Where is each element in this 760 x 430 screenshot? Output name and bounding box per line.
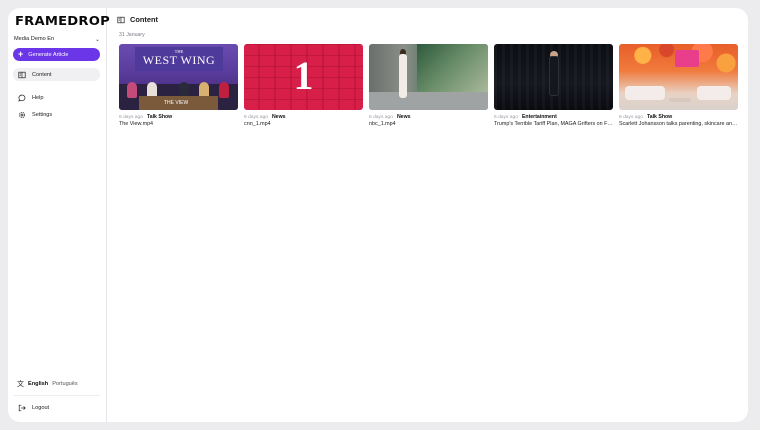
sidebar-item-help[interactable]: Help bbox=[13, 91, 100, 104]
translate-icon: 文 bbox=[17, 381, 24, 388]
card-filename[interactable]: nbc_1.mp4 bbox=[369, 121, 488, 127]
sidebar-item-label: Settings bbox=[32, 111, 53, 118]
divider bbox=[14, 395, 100, 396]
page-title: Content bbox=[117, 15, 158, 24]
card-time: 6 days ago bbox=[244, 115, 268, 120]
card-category: News bbox=[396, 114, 411, 120]
app-logo: FRAMEDROP bbox=[15, 13, 110, 28]
generate-article-label: Generate Article bbox=[28, 51, 69, 58]
content-icon bbox=[117, 16, 125, 23]
sidebar-item-content[interactable]: Content bbox=[13, 68, 100, 81]
workspace-selector[interactable]: Media Demo En ⌄ bbox=[14, 33, 100, 45]
language-portuguese[interactable]: Português bbox=[52, 381, 78, 387]
content-card[interactable]: 1 6 days ago News cnn_1.mp4 bbox=[244, 44, 363, 127]
logout-icon bbox=[18, 404, 26, 411]
card-category: Entertainment bbox=[521, 114, 557, 120]
thumbnail-banner: THE WEST WING bbox=[135, 47, 223, 71]
video-thumbnail[interactable] bbox=[369, 44, 488, 110]
video-thumbnail[interactable]: THE WEST WING THE VIEW bbox=[119, 44, 238, 110]
help-icon bbox=[18, 94, 26, 102]
main-content: Content 31 January THE WEST WING THE VIE… bbox=[107, 8, 748, 422]
card-category: Talk Show bbox=[146, 114, 173, 120]
card-meta: 6 days ago News bbox=[244, 114, 363, 120]
card-filename[interactable]: The View.mp4 bbox=[119, 121, 238, 127]
content-grid: THE WEST WING THE VIEW 6 days ago Talk S… bbox=[119, 44, 738, 127]
sidebar: FRAMEDROP Media Demo En ⌄ + Generate Art… bbox=[8, 8, 110, 422]
card-filename[interactable]: cnn_1.mp4 bbox=[244, 121, 363, 127]
card-time: 6 days ago bbox=[369, 115, 393, 120]
video-thumbnail[interactable] bbox=[494, 44, 613, 110]
video-thumbnail[interactable]: 1 bbox=[244, 44, 363, 110]
card-meta: 6 days ago Talk Show bbox=[619, 114, 738, 120]
card-meta: 6 days ago Entertainment bbox=[494, 114, 613, 120]
card-category: News bbox=[271, 114, 286, 120]
page-title-text: Content bbox=[130, 15, 158, 24]
card-time: 6 days ago bbox=[619, 115, 643, 120]
chevron-down-icon: ⌄ bbox=[94, 36, 100, 43]
content-card[interactable]: 6 days ago Talk Show Scarlett Johansson … bbox=[619, 44, 738, 127]
workspace-name: Media Demo En bbox=[14, 36, 55, 42]
language-switcher: 文 English Português bbox=[17, 379, 78, 389]
logout-button[interactable]: Logout bbox=[13, 401, 100, 414]
gear-icon bbox=[18, 111, 26, 118]
thumbnail-sign bbox=[675, 50, 699, 67]
content-card[interactable]: 6 days ago News nbc_1.mp4 bbox=[369, 44, 488, 127]
language-english[interactable]: English bbox=[28, 381, 48, 387]
logout-label: Logout bbox=[32, 404, 50, 411]
content-icon bbox=[18, 71, 26, 78]
card-filename[interactable]: Scarlett Johansson talks parenting, skin… bbox=[619, 121, 738, 127]
card-time: 6 days ago bbox=[119, 115, 143, 120]
content-card[interactable]: 6 days ago Entertainment Trump's Terribl… bbox=[494, 44, 613, 127]
app-window: FRAMEDROP Media Demo En ⌄ + Generate Art… bbox=[8, 8, 748, 422]
sidebar-item-label: Help bbox=[32, 94, 44, 101]
card-time: 6 days ago bbox=[494, 115, 518, 120]
card-category: Talk Show bbox=[646, 114, 673, 120]
sidebar-item-settings[interactable]: Settings bbox=[13, 108, 100, 121]
content-card[interactable]: THE WEST WING THE VIEW 6 days ago Talk S… bbox=[119, 44, 238, 127]
video-thumbnail[interactable] bbox=[619, 44, 738, 110]
plus-icon: + bbox=[18, 49, 24, 59]
sidebar-item-label: Content bbox=[32, 71, 52, 78]
card-filename[interactable]: Trump's Terrible Tariff Plan, MAGA Grift… bbox=[494, 121, 613, 127]
generate-article-button[interactable]: + Generate Article bbox=[13, 48, 100, 61]
card-meta: 6 days ago News bbox=[369, 114, 488, 120]
date-group-label: 31 January bbox=[119, 32, 145, 38]
card-meta: 6 days ago Talk Show bbox=[119, 114, 238, 120]
